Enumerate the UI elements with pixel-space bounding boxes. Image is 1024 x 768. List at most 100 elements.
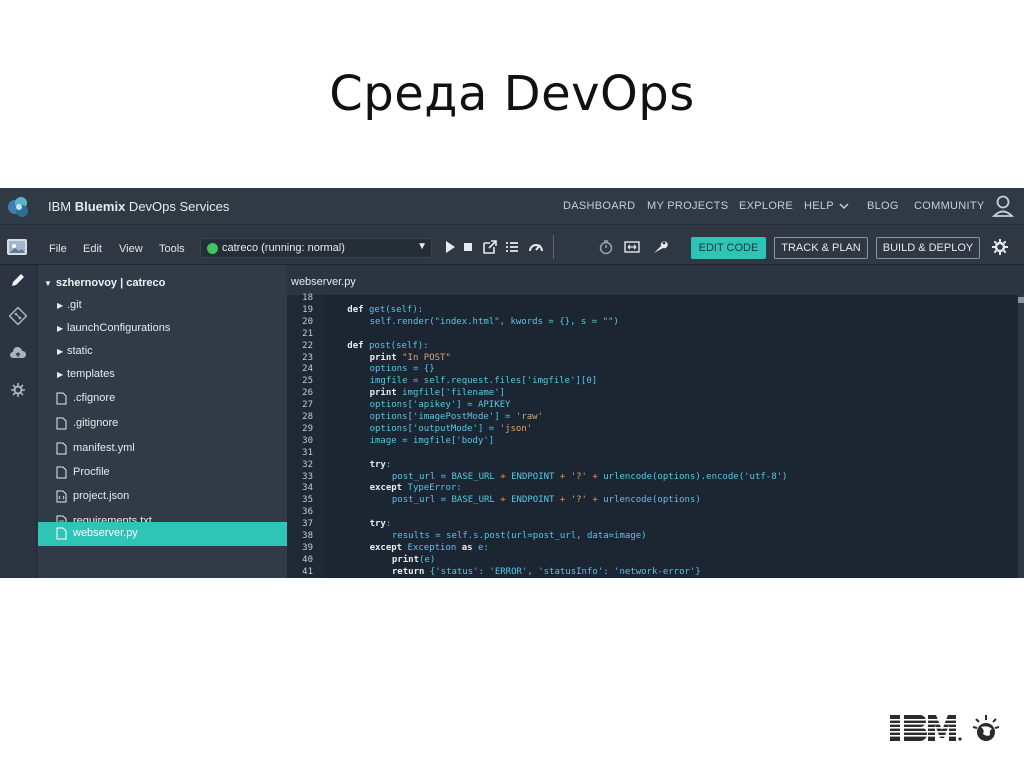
globe-icon	[972, 715, 1000, 741]
tree-file-label: project.json	[73, 490, 130, 502]
edit-code-button[interactable]: EDIT CODE	[691, 237, 766, 259]
code-token: :	[385, 459, 392, 470]
code-line: print(e)	[392, 555, 435, 565]
tree-file-procfile[interactable]: Procfile	[38, 461, 287, 485]
tree-file-label: .gitignore	[73, 417, 119, 429]
project-name: szhernovoy | catreco	[55, 277, 166, 289]
line-number: 28	[302, 412, 313, 422]
nav-my-projects[interactable]: MY PROJECTS	[647, 200, 728, 212]
code-token: post_url = BASE_URL	[391, 495, 501, 506]
tree-folder-label: launchConfigurations	[67, 322, 171, 334]
scrollbar-thumb[interactable]	[1018, 297, 1024, 303]
code-token: try	[369, 519, 386, 530]
code-area[interactable]: def get(self): self.render("index.html", …	[323, 295, 1018, 578]
file-icon	[56, 466, 67, 479]
dropdown-caret-icon: ▼	[417, 241, 427, 252]
code-token: "In POST"	[402, 352, 451, 363]
code-token: '?'	[565, 471, 593, 482]
list-icon[interactable]	[503, 238, 521, 256]
code-token: '?'	[565, 495, 593, 506]
tree-folder-static[interactable]: ▶ static	[38, 340, 287, 364]
nav-community[interactable]: COMMUNITY	[914, 200, 985, 212]
build-deploy-button[interactable]: BUILD & DEPLOY	[876, 237, 980, 259]
brand-title[interactable]: IBM Bluemix DevOps Services	[48, 199, 229, 214]
line-number: 33	[302, 471, 313, 482]
settings-gear-icon[interactable]	[9, 381, 27, 399]
tree-folder-label: static	[67, 345, 93, 357]
play-icon[interactable]	[441, 238, 459, 256]
code-line: options = {}	[370, 364, 435, 374]
code-token: 'raw'	[515, 412, 543, 422]
left-rail	[0, 265, 37, 578]
project-header[interactable]: ▼ szhernovoy | catreco	[44, 277, 165, 289]
wrench-icon[interactable]	[651, 238, 669, 256]
tree-folder-git[interactable]: ▶ .git	[38, 294, 287, 318]
code-line: print imgfile['filename']	[370, 388, 505, 398]
code-token: imgfile['filename']	[402, 388, 506, 399]
code-token: (e)	[418, 554, 436, 565]
code-token: {'status': 'ERROR', 'statusInfo': 'netwo…	[429, 566, 701, 577]
tree-file-webserver-selected[interactable]: webserver.py	[38, 522, 287, 546]
nav-blog[interactable]: BLOG	[867, 200, 899, 212]
debug-gauge-icon[interactable]	[527, 238, 545, 256]
tree-file-cfignore[interactable]: .cfignore	[38, 387, 287, 411]
tree-folder-launchconfigurations[interactable]: ▶ launchConfigurations	[38, 317, 287, 341]
devops-ide-screenshot: IBM Bluemix DevOps Services DASHBOARD MY…	[0, 188, 1024, 578]
line-number: 41	[302, 566, 313, 577]
line-number: 20	[302, 316, 313, 327]
code-token: except	[369, 483, 408, 494]
code-token: try	[369, 459, 386, 470]
code-token: print	[369, 388, 403, 399]
stop-icon[interactable]	[459, 238, 477, 256]
open-external-icon[interactable]	[481, 238, 499, 256]
menu-tools[interactable]: Tools	[159, 243, 185, 255]
track-plan-button[interactable]: TRACK & PLAN	[774, 237, 868, 259]
code-token: Exception	[407, 542, 462, 553]
pencil-icon[interactable]	[9, 271, 27, 289]
code-token: as	[461, 542, 478, 553]
nav-explore[interactable]: EXPLORE	[739, 200, 793, 212]
editor-scrollbar[interactable]	[1018, 295, 1024, 578]
tree-folder-templates[interactable]: ▶ templates	[38, 363, 287, 387]
line-number: 29	[302, 423, 313, 434]
line-number: 39	[302, 542, 313, 553]
menu-edit[interactable]: Edit	[83, 243, 102, 255]
image-app-icon[interactable]	[6, 238, 28, 256]
toolbar: File Edit View Tools catreco (running: n…	[0, 225, 1024, 265]
line-number: 27	[302, 400, 313, 411]
git-icon[interactable]	[9, 307, 27, 325]
gear-icon[interactable]	[991, 238, 1009, 256]
resize-horizontal-icon[interactable]	[623, 238, 641, 256]
code-token: 'json'	[499, 423, 533, 434]
nav-help[interactable]: HELP	[804, 200, 849, 212]
brand-suffix: DevOps Services	[125, 199, 230, 214]
tree-file-gitignore[interactable]: .gitignore	[38, 412, 287, 436]
menu-file[interactable]: File	[49, 243, 67, 255]
code-token: e:	[477, 542, 489, 553]
timer-icon[interactable]	[597, 238, 615, 256]
line-number: 30	[302, 435, 313, 446]
brand-prefix: IBM	[48, 199, 75, 214]
tree-file-label: Procfile	[73, 466, 110, 478]
code-line: def post(self):	[347, 341, 428, 351]
user-icon[interactable]	[992, 194, 1014, 218]
file-icon	[56, 392, 67, 405]
line-number: 31	[302, 447, 313, 458]
tree-file-manifest[interactable]: manifest.yml	[38, 437, 287, 461]
run-status-label: catreco (running: normal)	[222, 242, 345, 254]
bluemix-logo-icon[interactable]	[6, 194, 32, 220]
code-line: self.render("index.html", kwords = {}, s…	[370, 317, 619, 327]
tree-file-project-json[interactable]: project.json	[38, 485, 287, 509]
tree-folder-label: templates	[67, 368, 115, 380]
nav-dashboard[interactable]: DASHBOARD	[563, 200, 635, 212]
brand-name: Bluemix	[74, 199, 126, 214]
run-status-select[interactable]: catreco (running: normal) ▼	[200, 238, 432, 258]
ibm-logo	[886, 715, 1004, 741]
folder-caret-icon: ▶	[57, 370, 64, 379]
editor-tab-webserver[interactable]: webserver.py	[291, 276, 356, 288]
menu-view[interactable]: View	[119, 243, 143, 255]
editor-tab-bar: webserver.py	[287, 265, 1024, 295]
chevron-down-icon	[839, 203, 849, 210]
line-number: 19	[302, 304, 313, 315]
cloud-deploy-icon[interactable]	[9, 345, 27, 363]
